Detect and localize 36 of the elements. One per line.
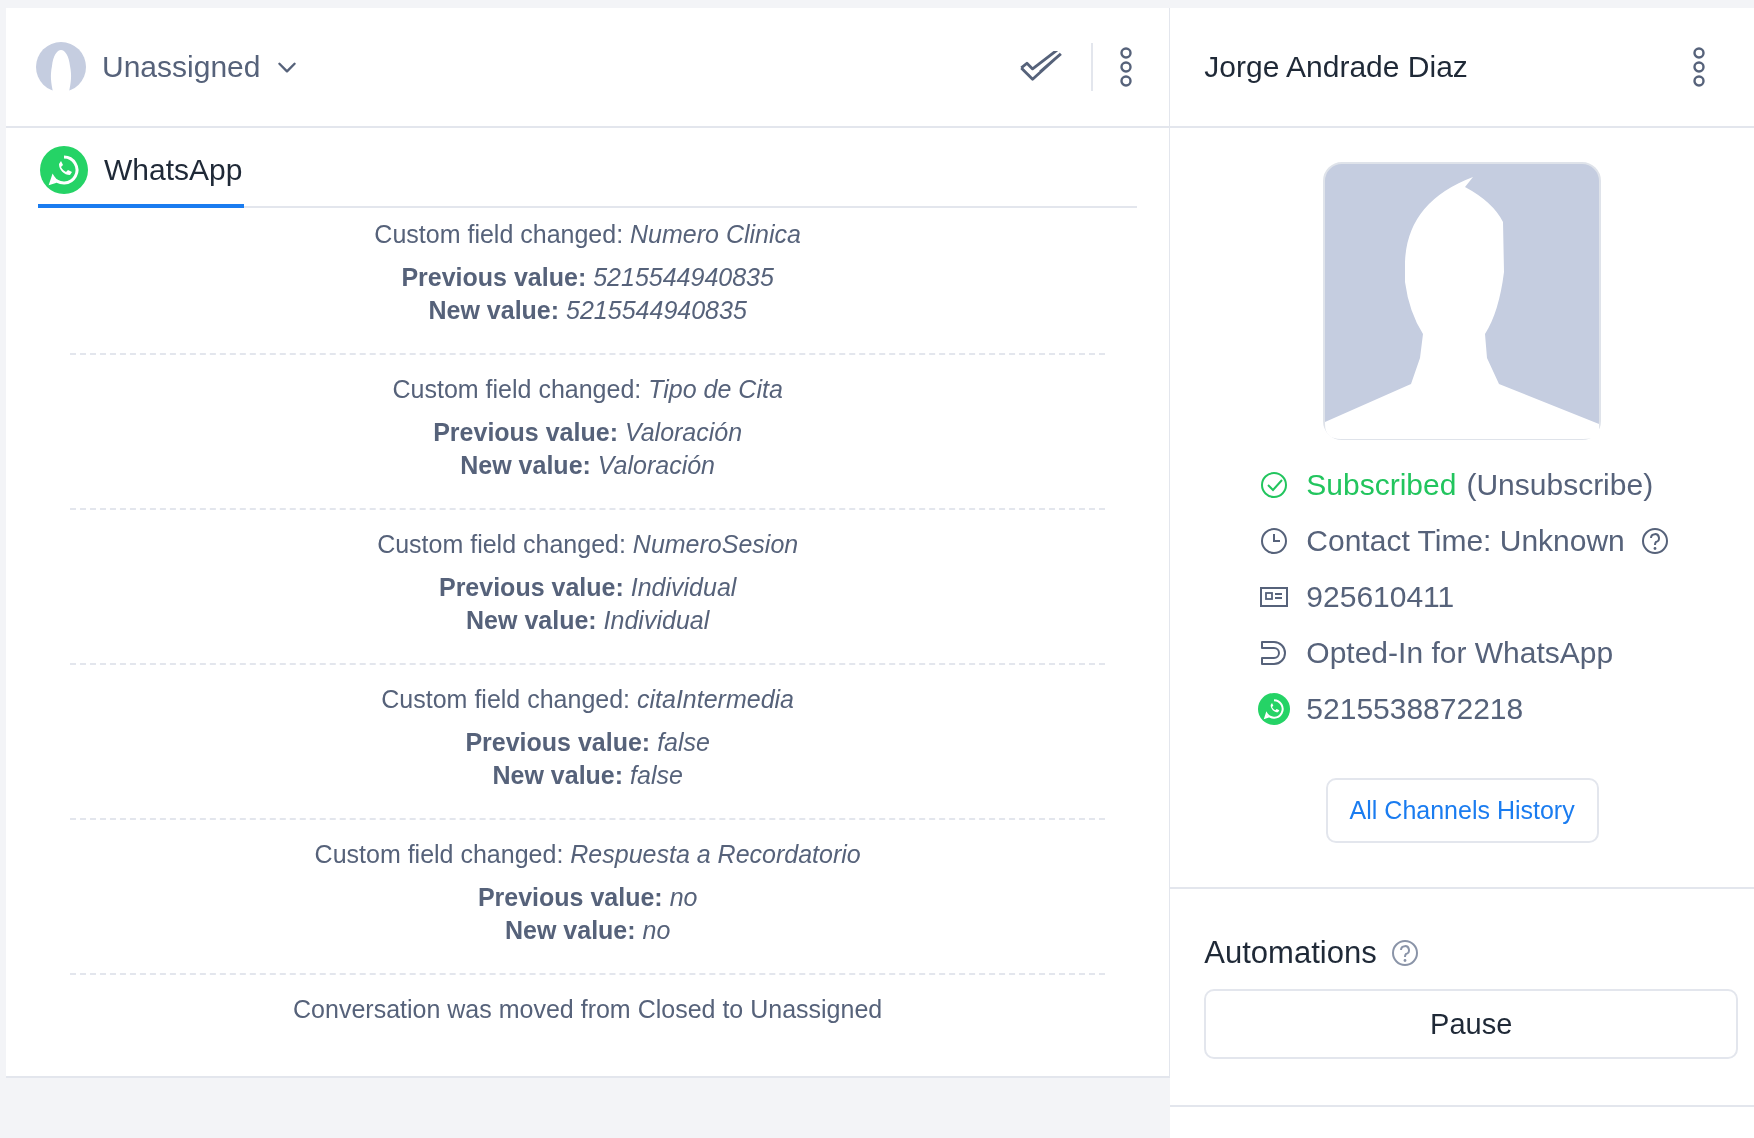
contact-detail: Contact Time: Unknown bbox=[1306, 524, 1625, 558]
contact-detail: 5215538872218 bbox=[1306, 692, 1524, 726]
avatar-icon bbox=[36, 42, 86, 92]
previous-value: Previous value: Individual bbox=[438, 573, 737, 602]
previous-value: Previous value: false bbox=[465, 728, 710, 757]
contact-detail: Opted-In for WhatsApp bbox=[1306, 636, 1614, 670]
previous-value: Previous value: Valoración bbox=[433, 418, 743, 447]
whatsapp-icon bbox=[40, 146, 88, 194]
more-options-icon[interactable] bbox=[1692, 47, 1706, 87]
new-value: New value: 5215544940835 bbox=[428, 296, 747, 325]
id-card-icon bbox=[1258, 586, 1291, 608]
previous-value: Previous value: no bbox=[477, 883, 698, 912]
whatsapp-icon bbox=[1258, 693, 1291, 725]
help-icon[interactable] bbox=[1640, 527, 1669, 555]
status-message: Conversation was moved from Closed to Unassigned bbox=[293, 995, 883, 1024]
all-channels-history-button[interactable]: All Channels History bbox=[1325, 778, 1599, 843]
contact-name: Jorge Andrade Diaz bbox=[1204, 50, 1468, 84]
pause-button[interactable]: Pause bbox=[1204, 989, 1738, 1059]
event-title: Custom field changed: Tipo de Cita bbox=[392, 375, 783, 404]
contact-detail: 925610411 bbox=[1306, 580, 1455, 614]
subscription-status: Subscribed bbox=[1306, 468, 1457, 502]
event-title: Custom field changed: Numero Clinica bbox=[374, 220, 801, 249]
help-icon[interactable] bbox=[1390, 939, 1419, 967]
unsubscribe-link[interactable]: (Unsubscribe) bbox=[1466, 468, 1654, 502]
section-title: Automations bbox=[1204, 935, 1377, 971]
new-value: New value: Individual bbox=[466, 606, 710, 635]
new-value: New value: Valoración bbox=[460, 451, 716, 480]
new-value: New value: no bbox=[504, 916, 671, 945]
previous-value: Previous value: 5215544940835 bbox=[401, 263, 774, 292]
event-title: Custom field changed: NumeroSesion bbox=[377, 530, 799, 559]
event-title: Custom field changed: Respuesta a Recordatorio bbox=[314, 840, 861, 869]
channel-tab[interactable]: WhatsApp bbox=[38, 146, 245, 208]
more-options-icon[interactable] bbox=[1119, 47, 1134, 87]
assignee-dropdown[interactable]: Unassigned bbox=[102, 50, 301, 84]
new-value: New value: false bbox=[492, 761, 683, 790]
event-title: Custom field changed: citaIntermedia bbox=[381, 685, 795, 714]
